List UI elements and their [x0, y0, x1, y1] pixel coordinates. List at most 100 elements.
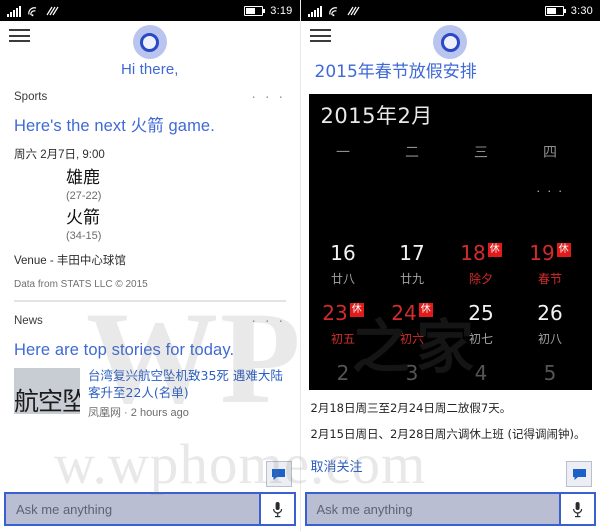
- chat-bubble-glyph: [272, 468, 285, 480]
- calendar-day-cell: 27初: [585, 294, 593, 354]
- calendar-ellipsis: · · ·: [536, 183, 564, 198]
- calendar-day-cell: 5元宵节: [516, 354, 585, 390]
- data-transfer-icon: [46, 6, 59, 16]
- calendar-lunar-label: 春节: [537, 272, 562, 286]
- calendar-lunar-label: 廿九: [399, 272, 424, 286]
- ask-bar[interactable]: Ask me anything: [304, 492, 596, 526]
- microphone-icon[interactable]: [258, 494, 294, 524]
- calendar-weekday: 三: [474, 145, 488, 161]
- hamburger-menu-icon[interactable]: [9, 29, 30, 42]
- calendar-day-cell: 25 初七: [447, 294, 516, 354]
- calendar-weekday: 二: [405, 145, 419, 161]
- calendar-day-number: 17: [399, 241, 425, 265]
- rest-day-badge: 休: [349, 303, 364, 317]
- calendar-weekday: 一: [336, 145, 350, 161]
- calendar-day-cell: [378, 174, 447, 234]
- status-bar-left-icons: [307, 4, 360, 17]
- news-section-header: News · · ·: [0, 308, 300, 334]
- calendar-day-cell: 16 廿八: [309, 234, 378, 294]
- calendar-lunar-label: 初: [585, 270, 593, 287]
- sports-section-title: Sports: [14, 91, 48, 103]
- signal-icon: [307, 6, 322, 17]
- holiday-note: 2月18日周三至2月24日周二放假7天。: [310, 401, 512, 415]
- signal-icon: [7, 6, 21, 17]
- list-item[interactable]: 航空坠 台湾复兴航空坠机致35死 遇难大陆客升至22人(名单) 凤凰网 · 2 …: [0, 367, 300, 420]
- calendar-day-cell: 2十二: [309, 354, 378, 390]
- hamburger-menu-icon[interactable]: [309, 29, 331, 42]
- game-date: 周六 2月7日, 9:00: [14, 148, 105, 161]
- wifi-icon: [28, 7, 37, 17]
- calendar-weekday-row: 一 二 三 四 五: [309, 136, 593, 168]
- news-overflow-icon[interactable]: · · ·: [251, 313, 285, 328]
- status-bar: 3:30: [300, 0, 600, 21]
- calendar-day-number: 25: [468, 301, 494, 325]
- calendar-day-number: 26: [537, 301, 563, 325]
- unfollow-link[interactable]: 取消关注: [301, 456, 600, 475]
- calendar-lunar-label: 廿: [585, 210, 593, 227]
- battery-icon: [244, 5, 266, 16]
- venue-text: Venue - 丰田中心球馆: [14, 255, 126, 268]
- calendar-day-number: 19 休: [529, 241, 571, 265]
- calendar-day-cell: 24 休初六: [378, 294, 447, 354]
- news-item-meta: 凤凰网 · 2 hours ago: [88, 406, 189, 419]
- calendar-day-number: 5: [543, 361, 557, 385]
- calendar-day-number: 4: [474, 361, 488, 385]
- team-record: (27-22): [66, 189, 102, 202]
- app-bar: [0, 21, 300, 59]
- data-transfer-icon: [346, 6, 360, 16]
- workday-note: 2月15日周日、2月28日周六调休上班 (记得调闹钟)。: [310, 427, 586, 441]
- dual-screenshot-container: 3:19 Hi there, Sports · · · Here's the n…: [0, 0, 600, 531]
- calendar-day-cell: [309, 174, 378, 234]
- calendar-lunar-label: 初五: [330, 332, 355, 346]
- calendar-lunar-label: 初六: [399, 332, 424, 346]
- calendar-day-cell: · · ·: [516, 174, 585, 234]
- calendar-day-cell: 23 休初五: [309, 294, 378, 354]
- news-card: Here are top stories for today.: [0, 340, 300, 361]
- calendar-day-cell: 1廿: [585, 174, 593, 234]
- calendar-day-number: 3: [405, 361, 419, 385]
- calendar-day-cell: ·节: [585, 354, 593, 390]
- microphone-icon[interactable]: [559, 494, 594, 524]
- calendar-lunar-label: 初八: [537, 332, 562, 346]
- sports-overflow-icon[interactable]: · · ·: [251, 89, 285, 104]
- news-thumbnail-text: 航空坠: [14, 386, 80, 414]
- status-bar-right-icons: 3:19: [244, 5, 292, 17]
- app-bar: [301, 21, 600, 59]
- status-bar-clock: 3:30: [570, 4, 593, 17]
- sports-card[interactable]: Here's the next 火箭 game. 周六 2月7日, 9:00 雄…: [0, 116, 300, 290]
- chat-bubble-icon[interactable]: [265, 461, 292, 487]
- calendar-lunar-label: 廿八: [330, 272, 355, 286]
- calendar-day-cell: 3十三: [378, 354, 447, 390]
- page-title: 2015年春节放假安排: [314, 62, 477, 82]
- news-section-title: News: [14, 315, 43, 328]
- rest-day-badge: 休: [556, 243, 571, 257]
- calendar-day-cell: [447, 174, 516, 234]
- rest-day-badge: 休: [418, 303, 433, 317]
- phone-screen-left: 3:19 Hi there, Sports · · · Here's the n…: [0, 0, 301, 531]
- calendar-day-number: 16: [330, 241, 356, 265]
- news-item-title: 台湾复兴航空坠机致35死 遇难大陆客升至22人(名单): [88, 367, 283, 400]
- cortana-ring-icon[interactable]: [132, 25, 167, 59]
- status-bar-left-icons: [7, 4, 59, 17]
- status-bar-clock: 3:19: [270, 4, 293, 17]
- news-headline: Here are top stories for today.: [14, 341, 235, 360]
- calendar-day-number: 18 休: [460, 241, 502, 265]
- calendar-image[interactable]: 2015年2月 一 二 三 四 五 · · · 1廿 16 廿八 17 廿九 18休除夕 19…: [308, 94, 593, 390]
- microphone-glyph: [272, 501, 282, 517]
- cortana-ring-icon[interactable]: [433, 25, 468, 59]
- chat-bubble-glyph: [572, 468, 586, 480]
- greeting-text: Hi there,: [120, 61, 179, 78]
- calendar-weekday: 四: [543, 145, 557, 161]
- chat-bubble-icon[interactable]: [566, 461, 592, 487]
- status-bar: 3:19: [0, 0, 300, 21]
- search-input[interactable]: Ask me anything: [6, 494, 259, 524]
- rest-day-badge: 休: [487, 243, 502, 257]
- battery-icon: [544, 5, 566, 16]
- search-input[interactable]: Ask me anything: [306, 494, 559, 524]
- ask-bar[interactable]: Ask me anything: [4, 492, 296, 526]
- calendar-title: 2015年2月: [320, 104, 433, 128]
- news-thumbnail: 航空坠: [14, 367, 80, 414]
- calendar-day-cell: 4十四: [447, 354, 516, 390]
- calendar-lunar-label: 除夕: [468, 272, 493, 286]
- calendar-weekday: 五: [585, 136, 593, 168]
